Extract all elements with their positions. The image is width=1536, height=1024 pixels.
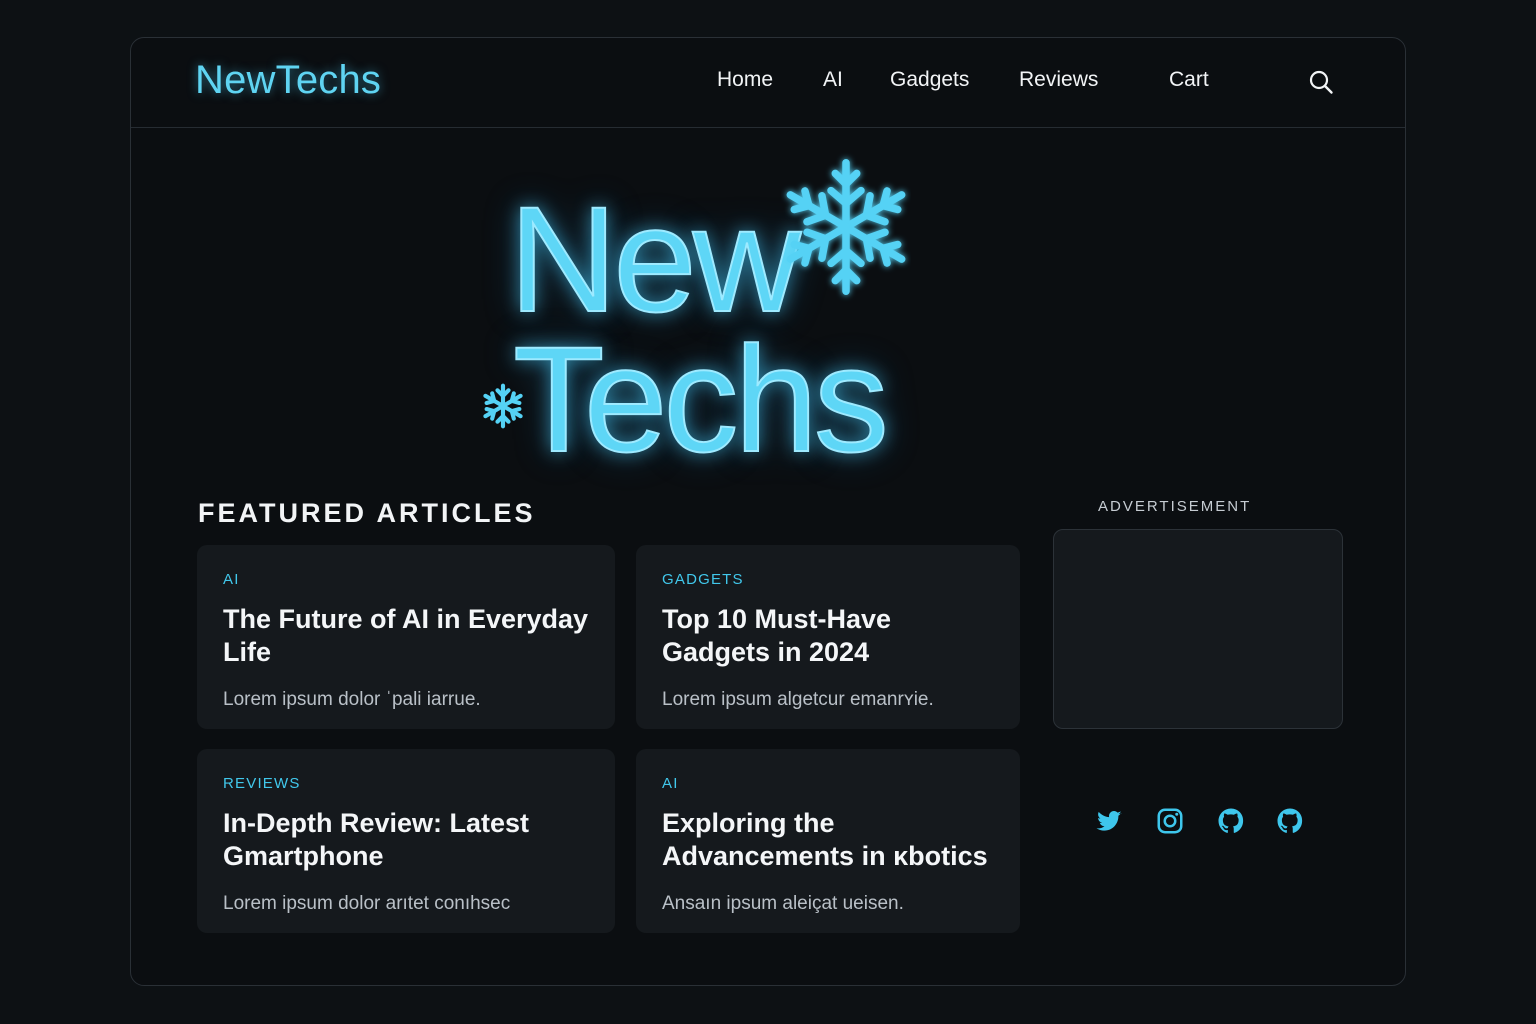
page-frame: NewTechs Home AI Gadgets Reviews Cart Ne… xyxy=(130,37,1406,986)
site-header: NewTechs Home AI Gadgets Reviews Cart xyxy=(131,38,1405,128)
hero-title-line1: New xyxy=(508,175,802,343)
article-card[interactable]: AI Exploring the Advancements in κbotics… xyxy=(636,749,1020,933)
search-button[interactable] xyxy=(1307,68,1335,96)
article-category: AI xyxy=(662,775,679,792)
article-title: The Future of AI in Everyday Life xyxy=(223,604,589,667)
instagram-link[interactable] xyxy=(1155,806,1185,836)
twitter-link[interactable] xyxy=(1094,806,1124,836)
hero-logo: New Techs xyxy=(471,148,931,475)
article-excerpt: Lorem ipsum algetcur emanrʏie. xyxy=(662,689,934,710)
twitter-icon xyxy=(1096,811,1122,831)
nav-cart[interactable]: Cart xyxy=(1169,68,1209,92)
github-icon xyxy=(1218,808,1244,833)
nav-home[interactable]: Home xyxy=(717,68,773,92)
github-link[interactable] xyxy=(1216,806,1246,836)
github-icon xyxy=(1277,808,1303,833)
nav-ai[interactable]: AI xyxy=(823,68,843,92)
github-link-2[interactable] xyxy=(1275,806,1305,836)
instagram-icon xyxy=(1157,808,1183,834)
article-title: In-Depth Review: Latest Gmartphone xyxy=(223,808,530,871)
advertisement-label: ADVERTISEMENT xyxy=(1098,498,1252,515)
article-card[interactable]: AI The Future of AI in Everyday Life Lor… xyxy=(197,545,615,729)
article-excerpt: Lorem ipsum dolor arıtet conıhsec xyxy=(223,893,511,914)
article-card[interactable]: GADGETS Top 10 Must-Have Gadgets in 2024… xyxy=(636,545,1020,729)
article-title: Exploring the Advancements in κbotics xyxy=(662,808,988,871)
article-excerpt: Ansaın ipsum aleiçat ueisen. xyxy=(662,893,904,914)
advertisement-slot[interactable] xyxy=(1053,529,1343,729)
snowflake-small-icon xyxy=(479,383,527,432)
article-category: REVIEWS xyxy=(223,775,301,792)
snowflake-icon xyxy=(781,158,911,302)
article-category: AI xyxy=(223,571,240,588)
brand-logo[interactable]: NewTechs xyxy=(195,58,381,103)
hero-title-line2: Techs xyxy=(512,315,890,483)
article-excerpt: Lorem ipsum dolor ˈpali iarrue. xyxy=(223,689,481,710)
nav-reviews[interactable]: Reviews xyxy=(1019,68,1098,92)
article-category: GADGETS xyxy=(662,571,744,588)
featured-articles-heading: FEATURED ARTICLES xyxy=(198,498,536,528)
article-card[interactable]: REVIEWS In-Depth Review: Latest Gmartpho… xyxy=(197,749,615,933)
search-icon xyxy=(1309,70,1333,94)
article-title: Top 10 Must-Have Gadgets in 2024 xyxy=(662,604,892,667)
nav-gadgets[interactable]: Gadgets xyxy=(890,68,969,92)
